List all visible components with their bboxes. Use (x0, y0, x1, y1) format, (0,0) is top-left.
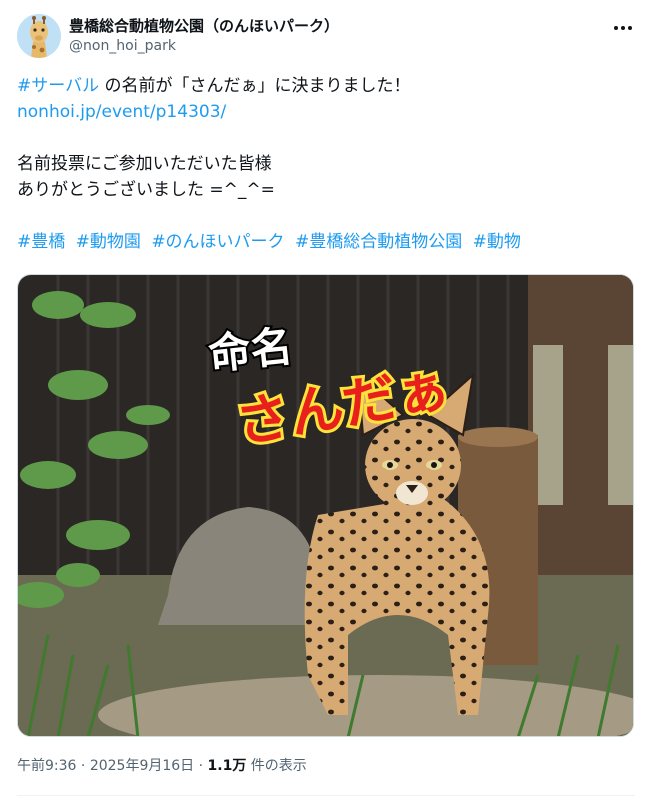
hashtag-toyohashi-zoo-botanical[interactable]: #豊橋総合動植物公園 (295, 232, 462, 252)
giraffe-avatar[interactable] (17, 14, 61, 58)
hashtag-zoo[interactable]: #動物園 (76, 232, 141, 252)
views-count: 1.1万 (207, 758, 247, 774)
thanks-line-2: ありがとうございました =^_^= (17, 180, 275, 200)
more-horizontal-icon[interactable] (611, 18, 635, 38)
announcement-line: #サーバル の名前が「さんだぁ」に決まりました！ (17, 73, 635, 99)
hashtag-animal[interactable]: #動物 (473, 232, 521, 252)
views-label: 件の表示 (246, 758, 307, 774)
post-header: 豊橋総合動植物公園（のんほいパーク） @non_hoi_park (17, 14, 637, 58)
hashtag-list: #豊橋 #動物園 #のんほいパーク #豊橋総合動植物公園 #動物 (17, 229, 635, 255)
display-name[interactable]: 豊橋総合動植物公園（のんほいパーク） (69, 16, 339, 36)
post-date[interactable]: 2025年9月16日 (90, 758, 194, 774)
divider (17, 795, 635, 796)
post-time[interactable]: 午前9:36 (17, 758, 76, 774)
post-text: #サーバル の名前が「さんだぁ」に決まりました！ nonhoi.jp/event… (17, 73, 635, 255)
announcement-text: の名前が「さんだぁ」に決まりました！ (99, 76, 411, 96)
post-photo[interactable]: 命名 さんだぁ (17, 274, 634, 737)
account-handle[interactable]: @non_hoi_park (69, 36, 339, 56)
post-meta: 午前9:36 · 2025年9月16日 · 1.1万 件の表示 (17, 758, 307, 774)
event-link[interactable]: nonhoi.jp/event/p14303/ (17, 102, 226, 122)
hashtag-nonhoi-park[interactable]: #のんほいパーク (151, 232, 284, 252)
hashtag-serval[interactable]: #サーバル (17, 76, 99, 96)
thanks-line-1: 名前投票にご参加いただいた皆様 (17, 154, 272, 174)
hashtag-toyohashi[interactable]: #豊橋 (17, 232, 65, 252)
overlay-naming-label: 命名 (206, 322, 295, 380)
